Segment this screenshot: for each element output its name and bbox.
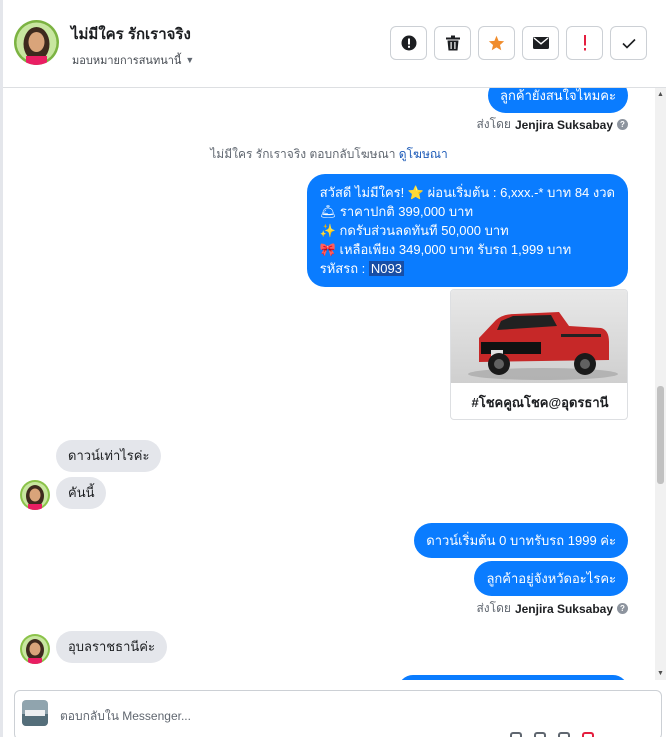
mark-done-button[interactable]	[610, 26, 647, 60]
sent-by-prefix: ส่งโดย	[476, 117, 511, 131]
reply-composer[interactable]: ตอบกลับใน Messenger...	[14, 690, 662, 737]
contact-name[interactable]: ไม่มีใคร รักเราจริง	[71, 22, 191, 46]
star-button[interactable]	[478, 26, 515, 60]
caret-down-icon: ▼	[185, 55, 195, 65]
scroll-down-arrow-icon[interactable]: ▼	[657, 670, 664, 677]
chat-scrollbar[interactable]: ▲ ▼	[655, 88, 666, 680]
follow-up-button[interactable]	[566, 26, 603, 60]
question-icon[interactable]: ?	[617, 119, 628, 130]
car-code-value: N093	[368, 261, 404, 276]
contact-avatar-small	[20, 634, 50, 664]
image-icon[interactable]	[534, 732, 546, 737]
promo-line-2: 🛎 ราคาปกติ 399,000 บาท	[319, 204, 474, 219]
mark-unread-button[interactable]	[522, 26, 559, 60]
assign-label: มอบหมายการสนทนานี้	[72, 55, 182, 67]
promo-line-4: 🎀 เหลือเพียง 349,000 บาท รับรถ 1,999 บาท	[319, 242, 572, 257]
agent-name: Jenjira Suksabay	[514, 117, 613, 132]
alert-circle-icon	[401, 35, 416, 51]
star-icon	[488, 35, 505, 51]
message-outgoing[interactable]: ดาวน์เริ่มต้น 0 บาทรับรถ 1999 ค่ะ	[414, 523, 628, 558]
message-outgoing[interactable]: ลูกค้าอยู่จังหวัดอะไรคะ	[474, 561, 628, 596]
promo-line-5: รหัสรถ : N093	[320, 259, 615, 278]
message-outgoing-promo[interactable]: สวัสดี ไม่มีใคร! ⭐ ผ่อนเริ่มต้น : 6,xxx.…	[306, 174, 628, 287]
sent-by-label: ส่งโดย Jenjira Suksabay ?	[476, 599, 628, 618]
check-icon	[621, 38, 636, 49]
reply-input[interactable]: ตอบกลับใน Messenger...	[60, 707, 191, 726]
mark-spam-button[interactable]	[390, 26, 427, 60]
car-photo	[451, 290, 627, 383]
conversation-header: ไม่มีใคร รักเราจริง มอบหมายการสนทนานี้ ▼	[3, 0, 666, 88]
trash-icon	[445, 35, 460, 51]
car-code-label: รหัสรถ :	[319, 261, 369, 276]
page-avatar	[22, 700, 48, 726]
ad-card[interactable]: #โชคคูณโชค@อุดรธานี	[450, 289, 628, 420]
composer-tools	[510, 732, 594, 737]
like-icon[interactable]	[582, 732, 594, 737]
question-icon[interactable]: ?	[617, 603, 628, 614]
promo-line-3: ✨ กดรับส่วนลดทันที 50,000 บาท	[319, 223, 509, 238]
view-ad-link[interactable]: ดูโฆษณา	[399, 147, 448, 161]
emoji-icon[interactable]	[558, 732, 570, 737]
scroll-up-arrow-icon[interactable]: ▲	[657, 91, 664, 98]
conversation-actions	[390, 26, 647, 60]
sent-by-label: ส่งโดย Jenjira Suksabay ?	[476, 115, 628, 134]
promo-line-1: สวัสดี ไม่มีใคร! ⭐ ผ่อนเริ่มต้น : 6,xxx.…	[319, 185, 615, 200]
scrollbar-thumb[interactable]	[657, 386, 664, 484]
contact-avatar[interactable]	[14, 20, 59, 65]
delete-button[interactable]	[434, 26, 471, 60]
ad-reply-notice: ไม่มีใคร รักเราจริง ตอบกลับโฆษณา ดูโฆษณา	[3, 145, 655, 164]
ad-card-title: #โชคคูณโชค@อุดรธานี	[471, 394, 609, 410]
message-incoming[interactable]: ดาวน์เท่าไรค่ะ	[56, 440, 162, 472]
attachment-icon[interactable]	[510, 732, 522, 737]
envelope-icon	[532, 37, 549, 49]
ad-reply-text: ไม่มีใคร รักเราจริง ตอบกลับโฆษณา	[210, 147, 396, 161]
exclamation-icon	[583, 35, 586, 51]
message-incoming[interactable]: อุบลราชธานีค่ะ	[56, 631, 167, 663]
sent-by-prefix: ส่งโดย	[476, 601, 511, 615]
message-outgoing-partial[interactable]	[398, 675, 628, 680]
contact-avatar-small	[20, 480, 50, 510]
message-incoming[interactable]: คันนี้	[56, 477, 107, 509]
message-thread[interactable]: ลูกค้ายังสนใจไหมคะ ส่งโดย Jenjira Suksab…	[3, 88, 655, 680]
agent-name: Jenjira Suksabay	[514, 601, 613, 616]
assign-conversation-dropdown[interactable]: มอบหมายการสนทนานี้ ▼	[72, 51, 194, 69]
message-outgoing[interactable]: ลูกค้ายังสนใจไหมคะ	[488, 88, 628, 113]
